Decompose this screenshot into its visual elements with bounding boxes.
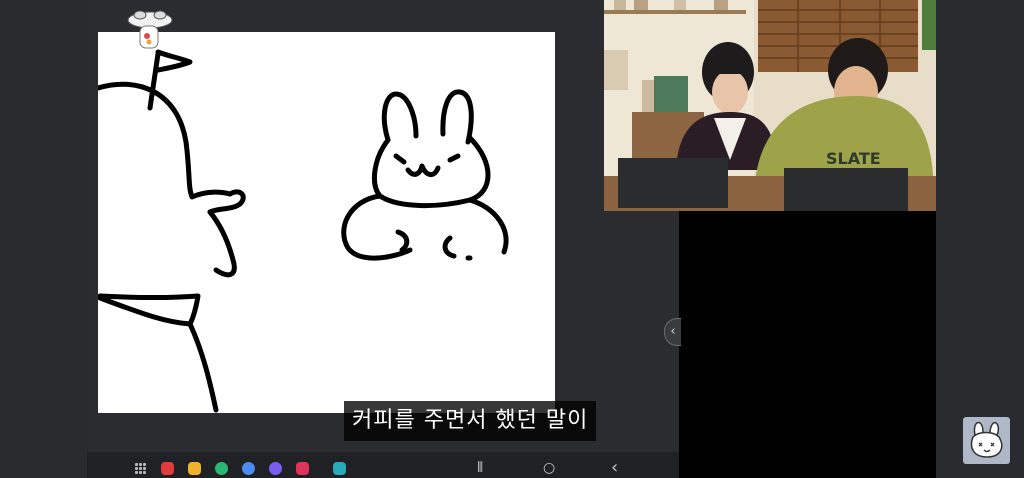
profile-chin-stroke [98,295,193,327]
channel-logo[interactable] [963,417,1010,464]
apps-grid-icon[interactable] [135,463,146,474]
sketch-drawing [98,49,509,413]
profile-head-stroke [98,81,233,200]
bunny-right-ear-stroke [440,89,474,145]
spreadsheet-icon[interactable] [333,462,346,475]
profile-neck-stroke [187,321,219,413]
left-background [0,0,87,478]
files-folder-icon[interactable] [188,462,201,475]
video-subtitle: 커피를 주면서 했던 말이 [344,401,597,441]
back-button[interactable]: ‹ [611,459,618,477]
flag-stroke [155,49,193,73]
profile-lip-stroke [98,293,201,327]
bunny-face-detail-stroke [393,153,461,177]
svg-text:SLATE: SLATE [826,149,881,168]
bunny-face-stroke [372,135,491,209]
panel-collapse-handle[interactable]: ‹ [664,318,681,346]
tablet-taskbar: ⦀ ○ ‹ [87,452,679,478]
drawing-canvas[interactable] [98,32,555,413]
flag-pole-stroke [147,51,161,111]
chevron-left-icon: ‹ [670,324,676,339]
character-sticker [124,6,176,52]
flipboard-icon[interactable] [161,462,174,475]
right-background [936,0,1024,478]
recents-button[interactable]: ⦀ [477,459,483,477]
webcam-video: SLATE [604,0,936,211]
bunny-left-ear-stroke [381,91,419,143]
bunny-paw-left-stroke [395,229,410,253]
profile-mouth-stroke [207,209,237,278]
empty-black-panel [679,211,936,478]
bunny-paw-right-stroke [442,235,457,259]
phone-app-icon[interactable] [215,462,228,475]
screen-recorder-icon[interactable] [296,462,309,475]
browser-icon[interactable] [269,462,282,475]
messages-icon[interactable] [242,462,255,475]
bunny-right-body-stroke [467,197,509,255]
home-button[interactable]: ○ [543,459,555,477]
